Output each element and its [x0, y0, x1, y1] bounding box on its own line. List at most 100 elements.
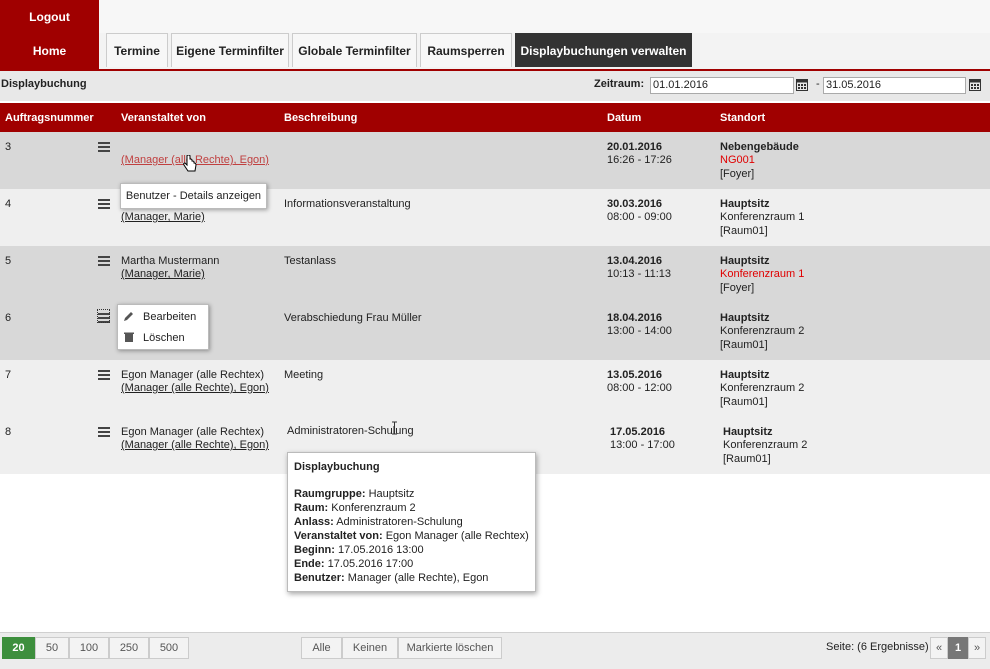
row-raum2: [Raum01] [720, 339, 768, 351]
row-raum: Konferenzraum 2 [720, 325, 805, 337]
row-zeit: 16:26 - 17:26 [607, 154, 672, 166]
page-size-100[interactable]: 100 [69, 637, 109, 659]
edit-menu-item[interactable]: Bearbeiten [143, 311, 196, 323]
tab-raumsperren[interactable]: Raumsperren [420, 33, 512, 67]
row-datum: 13.04.2016 [607, 255, 663, 267]
row-veranstalter: Egon Manager (alle Rechtex) [121, 426, 265, 438]
menu-icon[interactable] [98, 427, 110, 437]
row-datum: 30.03.2016 [607, 198, 663, 210]
popup-title: Displaybuchung [294, 461, 380, 473]
menu-icon-focus [97, 309, 110, 323]
row-raum2: [Raum01] [720, 225, 768, 237]
row-nr: 5 [5, 255, 12, 267]
tab-displaybuchungen-verwalten[interactable]: Displaybuchungen verwalten [515, 33, 692, 67]
tab-termine[interactable]: Termine [106, 33, 168, 67]
hand-cursor-icon [183, 155, 197, 172]
menu-icon[interactable] [98, 370, 110, 380]
row-veranstalter: Egon Manager (alle Rechtex) [121, 369, 265, 381]
row-zeit: 10:13 - 11:13 [607, 268, 672, 280]
row-beschreibung: Meeting [284, 369, 324, 381]
table-header: Auftragsnummer Veranstaltet von Beschrei… [0, 103, 990, 132]
row-raum: Konferenzraum 1 [720, 268, 805, 280]
calendar-icon[interactable] [969, 78, 981, 91]
header-standort[interactable]: Standort [720, 112, 765, 124]
delete-menu-item[interactable]: Löschen [143, 332, 185, 344]
row-raum: Konferenzraum 2 [720, 382, 805, 394]
row-context-menu: Bearbeiten Löschen [117, 304, 209, 350]
page-size-50[interactable]: 50 [35, 637, 69, 659]
row-raum2: [Raum01] [720, 396, 768, 408]
prev-page-button[interactable]: « [930, 637, 948, 659]
row-zeit: 08:00 - 09:00 [607, 211, 672, 223]
tab-globale-terminfilter[interactable]: Globale Terminfilter [292, 33, 417, 67]
row-beschreibung: Verabschiedung Frau Müller [284, 312, 422, 324]
page-size-500[interactable]: 500 [149, 637, 189, 659]
user-link[interactable]: (Manager, Marie) [121, 267, 205, 281]
header-veranstaltet-von[interactable]: Veranstaltet von [121, 112, 206, 124]
page-size-20[interactable]: 20 [2, 637, 35, 659]
delete-marked-button[interactable]: Markierte löschen [398, 637, 502, 659]
header-auftragsnummer[interactable]: Auftragsnummer [5, 112, 94, 124]
date-separator: - [816, 78, 820, 90]
next-page-button[interactable]: » [968, 637, 986, 659]
user-details-tooltip: Benutzer - Details anzeigen [120, 183, 267, 209]
logout-button[interactable]: Logout [0, 0, 99, 33]
user-link[interactable]: (Manager, Marie) [121, 210, 205, 224]
popup-line: Raumgruppe: Hauptsitz [294, 488, 415, 500]
page-size-250[interactable]: 250 [109, 637, 149, 659]
row-standort: Hauptsitz [720, 255, 770, 267]
zeitraum-label: Zeitraum: [594, 78, 645, 90]
text-cursor-icon [392, 421, 397, 435]
popup-line: Raum: Konferenzraum 2 [294, 502, 416, 514]
row-standort: Hauptsitz [720, 312, 770, 324]
row-standort: Hauptsitz [723, 426, 773, 438]
row-veranstalter: Martha Mustermann [121, 255, 220, 267]
popup-line: Ende: 17.05.2016 17:00 [294, 558, 414, 570]
row-raum: Konferenzraum 1 [720, 211, 805, 223]
row-zeit: 13:00 - 17:00 [610, 439, 675, 451]
user-link[interactable]: (Manager (alle Rechte), Egon) [121, 381, 269, 395]
home-button[interactable]: Home [0, 33, 99, 69]
calendar-icon[interactable] [796, 78, 808, 91]
row-raum: NG001 [720, 154, 755, 166]
row-nr: 7 [5, 369, 12, 381]
user-link[interactable]: (Manager (alle Rechte), Egon) [121, 438, 269, 452]
row-raum2: [Raum01] [723, 453, 771, 465]
table-row[interactable]: 5 Martha Mustermann (Manager, Marie) Tes… [0, 246, 990, 303]
select-all-button[interactable]: Alle [301, 637, 342, 659]
booking-info-popup: Displaybuchung Raumgruppe: Hauptsitz Rau… [287, 452, 536, 592]
table-row[interactable]: 7 Egon Manager (alle Rechtex) (Manager (… [0, 360, 990, 417]
row-nr: 8 [5, 426, 12, 438]
row-datum: 17.05.2016 [610, 426, 666, 438]
row-zeit: 13:00 - 14:00 [607, 325, 672, 337]
popup-line: Beginn: 17.05.2016 13:00 [294, 544, 424, 556]
popup-line: Veranstaltet von: Egon Manager (alle Rec… [294, 530, 529, 542]
page-title: Displaybuchung [1, 78, 87, 90]
menu-icon[interactable] [98, 256, 110, 266]
top-bar [99, 0, 990, 33]
row-standort: Nebengebäude [720, 141, 799, 153]
row-datum: 20.01.2016 [607, 141, 663, 153]
results-label: Seite: (6 Ergebnisse) [826, 641, 929, 653]
row-standort: Hauptsitz [720, 198, 770, 210]
menu-icon[interactable] [98, 142, 110, 152]
row-raum: Konferenzraum 2 [723, 439, 808, 451]
header-datum[interactable]: Datum [607, 112, 641, 124]
tooltip-text: Benutzer - Details anzeigen [125, 190, 262, 202]
tab-eigene-terminfilter[interactable]: Eigene Terminfilter [171, 33, 289, 67]
current-page-button[interactable]: 1 [948, 637, 968, 659]
row-standort: Hauptsitz [720, 369, 770, 381]
menu-icon[interactable] [98, 199, 110, 209]
select-none-button[interactable]: Keinen [342, 637, 398, 659]
row-nr: 4 [5, 198, 12, 210]
row-raum2: [Foyer] [720, 168, 755, 180]
row-datum: 13.05.2016 [607, 369, 663, 381]
date-from-input[interactable]: 01.01.2016 [650, 77, 794, 94]
popup-line: Anlass: Administratoren-Schulung [294, 516, 463, 528]
row-zeit: 08:00 - 12:00 [607, 382, 672, 394]
date-to-input[interactable]: 31.05.2016 [823, 77, 966, 94]
header-beschreibung[interactable]: Beschreibung [284, 112, 357, 124]
table-row[interactable]: 3 (Manager (alle Rechte), Egon) 20.01.20… [0, 132, 990, 189]
row-nr: 3 [5, 141, 12, 153]
popup-line: Benutzer: Manager (alle Rechte), Egon [294, 572, 489, 584]
